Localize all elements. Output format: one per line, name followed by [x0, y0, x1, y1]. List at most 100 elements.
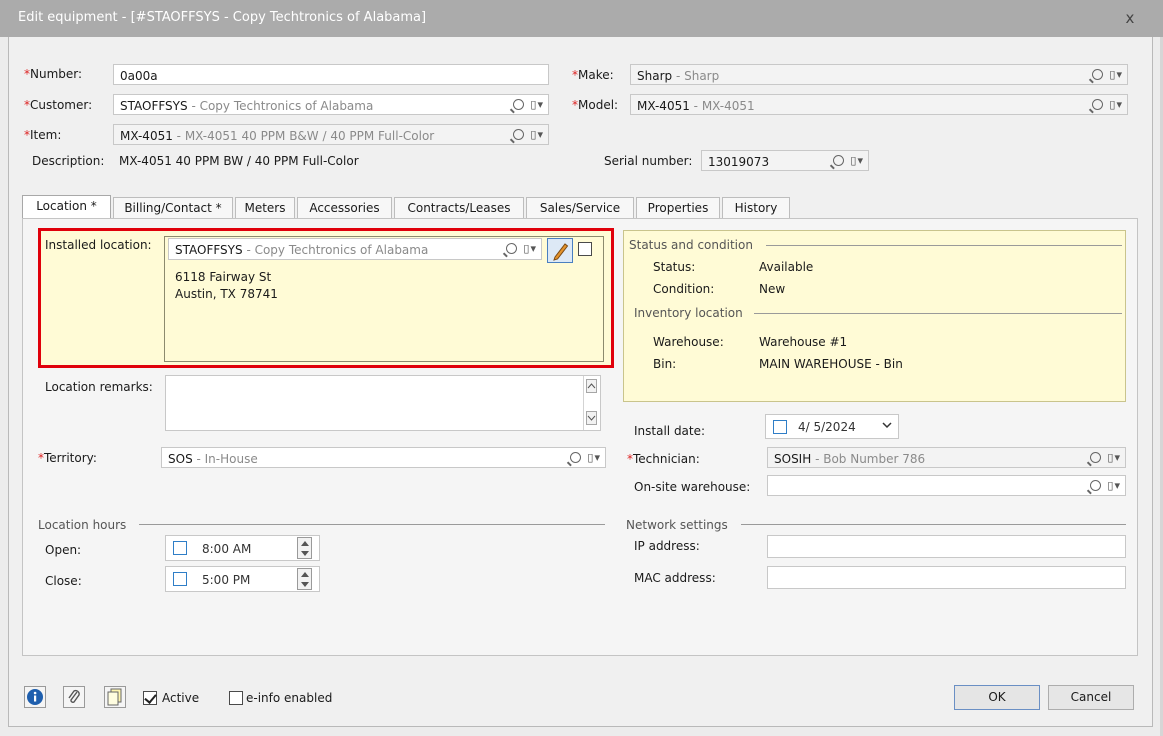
- location-remarks-input[interactable]: [165, 375, 601, 431]
- window-title: Edit equipment - [#STAOFFSYS - Copy Tech…: [18, 10, 427, 25]
- serial-number-label: Serial number:: [604, 154, 693, 168]
- close-time-spinner[interactable]: [297, 568, 312, 590]
- customer-label: *Customer:: [24, 98, 93, 112]
- divider: [754, 313, 1122, 314]
- close-time-value: 5:00 PM: [202, 573, 251, 587]
- notes-button[interactable]: [104, 686, 126, 708]
- onsite-warehouse-label: On-site warehouse:: [634, 480, 751, 494]
- open-time-spinner[interactable]: [297, 537, 312, 559]
- search-icon[interactable]: [833, 155, 845, 166]
- territory-field[interactable]: SOS - In-House ▯▾: [161, 447, 606, 468]
- serial-number-field[interactable]: 13019073 ▯▾: [701, 150, 869, 171]
- open-label: Open:: [45, 543, 82, 557]
- dropdown-menu-icon[interactable]: ▯▾: [530, 98, 544, 111]
- model-field[interactable]: MX-4051 - MX-4051 ▯▾: [630, 94, 1128, 115]
- dropdown-menu-icon[interactable]: ▯▾: [1109, 98, 1123, 111]
- search-icon[interactable]: [570, 452, 582, 463]
- close-time-picker[interactable]: 5:00 PM: [165, 566, 320, 592]
- tab-accessories[interactable]: Accessories: [297, 197, 392, 219]
- number-field[interactable]: 0a00a: [113, 64, 549, 85]
- attachment-button[interactable]: [63, 686, 85, 708]
- mac-address-input[interactable]: [767, 566, 1126, 589]
- customer-field[interactable]: STAOFFSYS - Copy Techtronics of Alabama …: [113, 94, 549, 115]
- dropdown-menu-icon[interactable]: ▯▾: [587, 451, 601, 464]
- tab-history[interactable]: History: [722, 197, 790, 219]
- installed-location-field[interactable]: STAOFFSYS - Copy Techtronics of Alabama …: [168, 238, 542, 260]
- search-icon[interactable]: [513, 99, 525, 110]
- install-date-value: 4/ 5/2024: [798, 420, 856, 434]
- technician-label: *Technician:: [627, 452, 700, 466]
- open-time-picker[interactable]: 8:00 AM: [165, 535, 320, 561]
- dropdown-menu-icon[interactable]: ▯▾: [1107, 479, 1121, 492]
- tab-sales-service[interactable]: Sales/Service: [526, 197, 634, 219]
- search-icon[interactable]: [1090, 480, 1102, 491]
- info-icon: [27, 689, 43, 705]
- chevron-down-icon[interactable]: [882, 419, 892, 433]
- close-label: Close:: [45, 574, 82, 588]
- dropdown-menu-icon[interactable]: ▯▾: [850, 154, 864, 167]
- network-settings-title: Network settings: [626, 518, 728, 532]
- open-time-value: 8:00 AM: [202, 542, 252, 556]
- territory-label: *Territory:: [38, 451, 97, 465]
- ip-address-label: IP address:: [634, 539, 700, 553]
- onsite-warehouse-field[interactable]: ▯▾: [767, 475, 1126, 496]
- install-date-checkbox[interactable]: [773, 420, 787, 434]
- make-label: *Make:: [572, 68, 614, 82]
- inventory-location-title: Inventory location: [634, 306, 743, 320]
- tab-properties[interactable]: Properties: [636, 197, 720, 219]
- pencil-icon: [553, 243, 569, 261]
- address-line-1: 6118 Fairway St: [175, 270, 272, 284]
- scroll-up-button[interactable]: [586, 379, 597, 393]
- ok-button[interactable]: OK: [954, 685, 1040, 710]
- dropdown-menu-icon[interactable]: ▯▾: [1109, 68, 1123, 81]
- search-icon[interactable]: [506, 243, 518, 254]
- dropdown-menu-icon[interactable]: ▯▾: [530, 128, 544, 141]
- install-date-label: Install date:: [634, 424, 706, 438]
- search-icon[interactable]: [1090, 452, 1102, 463]
- location-remarks-label: Location remarks:: [45, 380, 153, 394]
- close-button[interactable]: x: [1110, 1, 1150, 35]
- number-label: *Number:: [24, 67, 83, 81]
- einfo-checkbox[interactable]: [229, 691, 243, 705]
- open-time-checkbox[interactable]: [173, 541, 187, 555]
- installed-location-checkbox[interactable]: [578, 242, 592, 256]
- edit-address-button[interactable]: [547, 238, 573, 263]
- paperclip-icon: [68, 689, 80, 703]
- status-condition-title: Status and condition: [629, 238, 753, 252]
- bin-label: Bin:: [653, 357, 677, 371]
- dropdown-menu-icon[interactable]: ▯▾: [523, 242, 537, 255]
- info-button[interactable]: [24, 686, 46, 708]
- tab-meters[interactable]: Meters: [235, 197, 295, 219]
- tab-location[interactable]: Location *: [22, 195, 111, 219]
- address-line-2: Austin, TX 78741: [175, 287, 278, 301]
- model-label: *Model:: [572, 98, 619, 112]
- search-icon[interactable]: [1092, 99, 1104, 110]
- ip-address-input[interactable]: [767, 535, 1126, 558]
- close-time-checkbox[interactable]: [173, 572, 187, 586]
- divider: [766, 245, 1122, 246]
- scroll-down-button[interactable]: [586, 411, 597, 425]
- condition-value: New: [759, 282, 786, 296]
- active-checkbox[interactable]: [143, 691, 157, 705]
- technician-field[interactable]: SOSIH - Bob Number 786 ▯▾: [767, 447, 1126, 468]
- description-label: Description:: [32, 154, 105, 168]
- item-label: *Item:: [24, 128, 62, 142]
- dropdown-menu-icon[interactable]: ▯▾: [1107, 451, 1121, 464]
- make-field[interactable]: Sharp - Sharp ▯▾: [630, 64, 1128, 85]
- notes-icon: [107, 688, 122, 706]
- mac-address-label: MAC address:: [634, 571, 716, 585]
- install-date-picker[interactable]: 4/ 5/2024: [765, 414, 899, 439]
- divider: [741, 524, 1126, 525]
- remarks-scrollbar[interactable]: [583, 376, 599, 430]
- status-label: Status:: [653, 260, 696, 274]
- search-icon[interactable]: [513, 129, 525, 140]
- cancel-button[interactable]: Cancel: [1048, 685, 1134, 710]
- status-value: Available: [759, 260, 814, 274]
- warehouse-label: Warehouse:: [653, 335, 724, 349]
- tab-contracts-leases[interactable]: Contracts/Leases: [394, 197, 524, 219]
- search-icon[interactable]: [1092, 69, 1104, 80]
- item-field[interactable]: MX-4051 - MX-4051 40 PPM B&W / 40 PPM Fu…: [113, 124, 549, 145]
- einfo-label: e-info enabled: [246, 691, 333, 705]
- tab-billing-contact[interactable]: Billing/Contact *: [113, 197, 233, 219]
- location-hours-title: Location hours: [38, 518, 127, 532]
